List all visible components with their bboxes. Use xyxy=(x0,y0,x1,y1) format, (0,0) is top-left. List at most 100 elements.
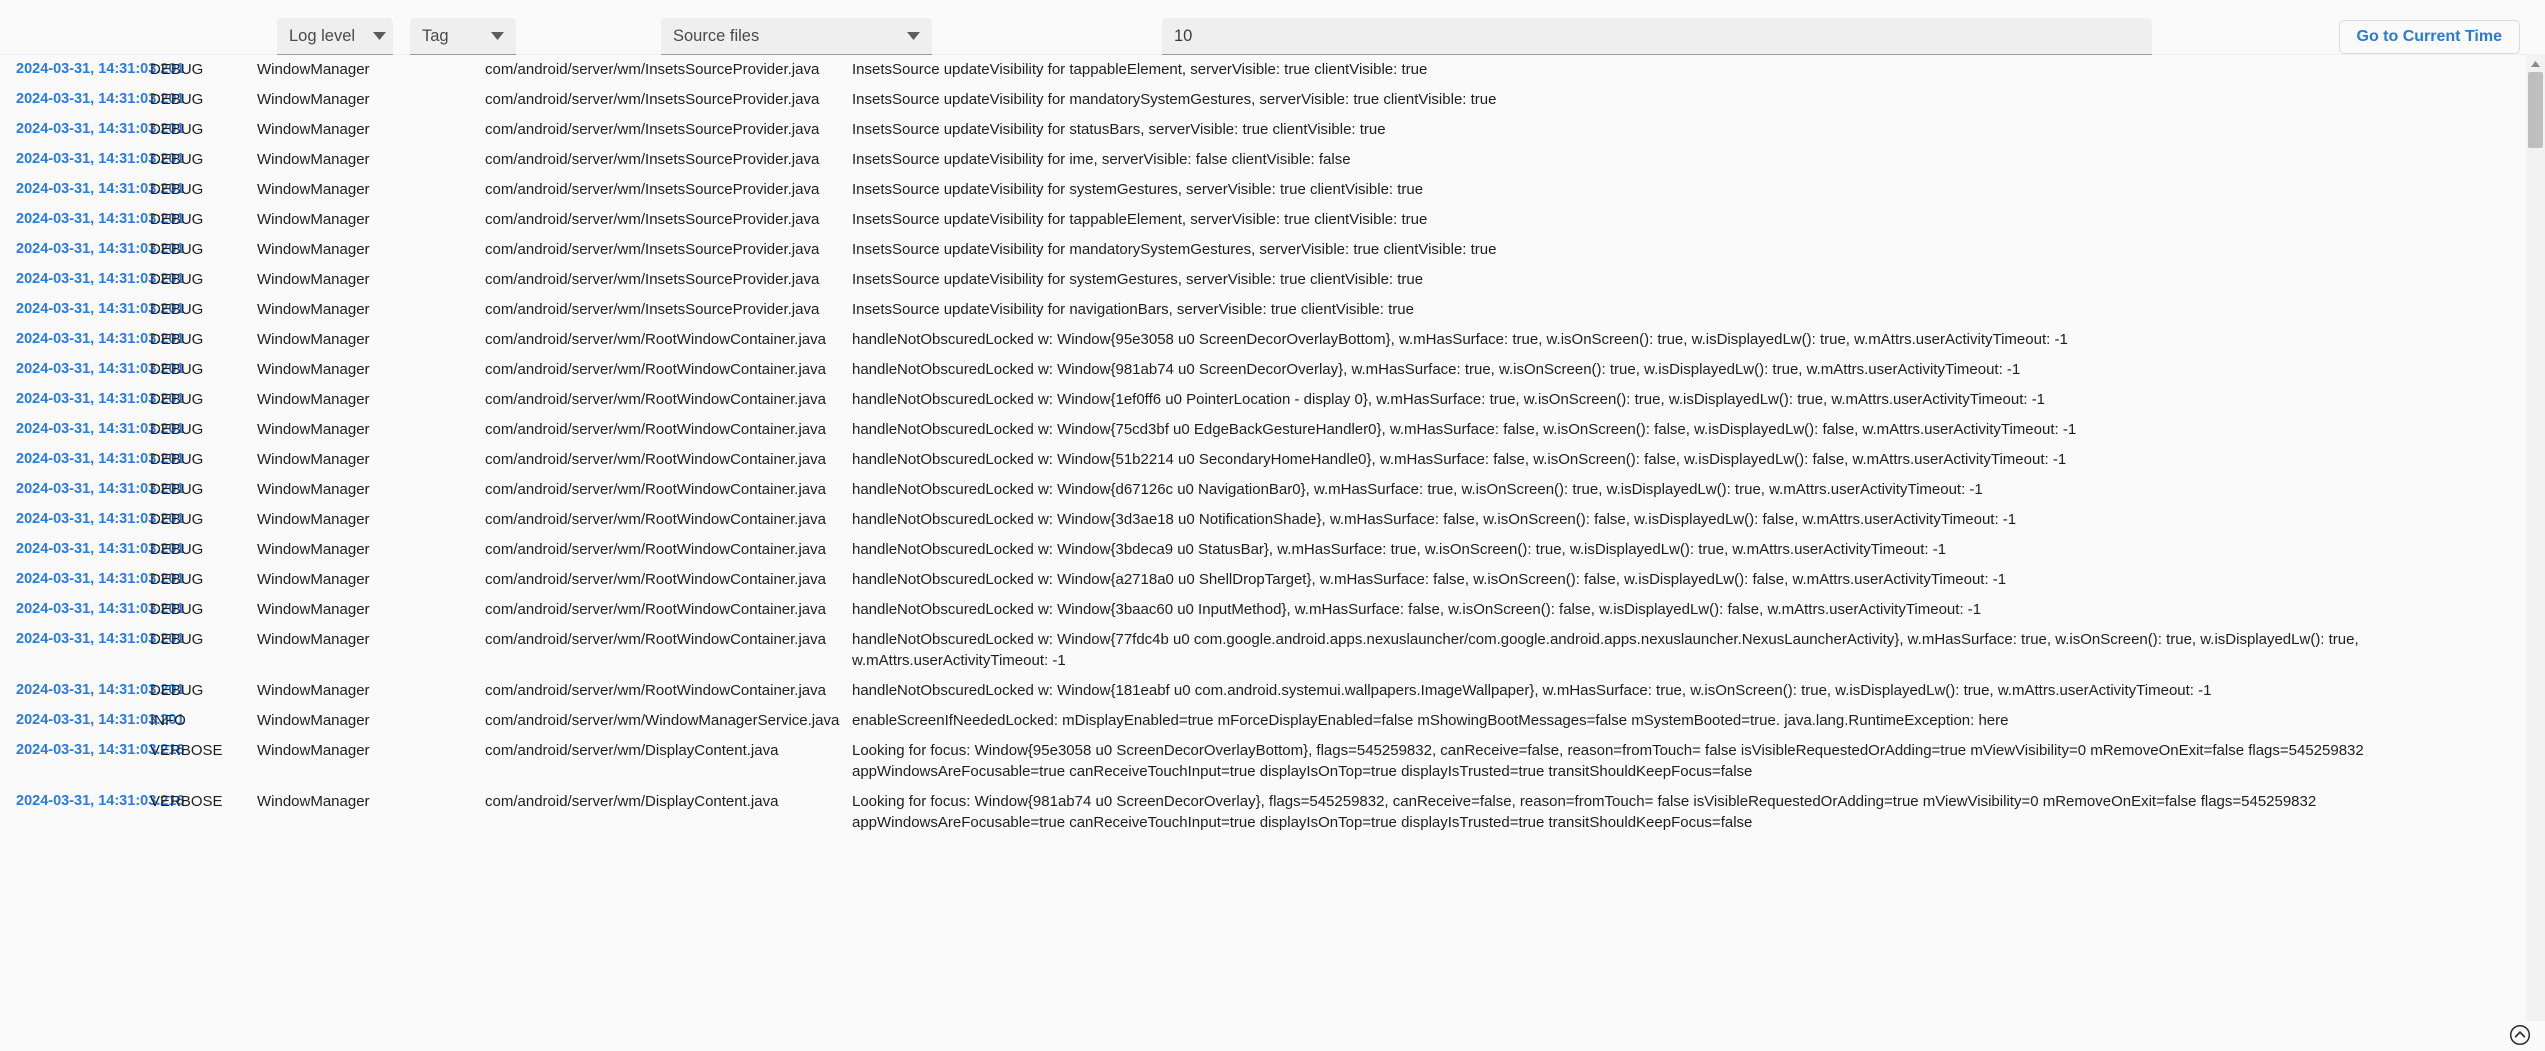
table-row[interactable]: 2024-03-31, 14:31:03.201 DEBUG WindowManag… xyxy=(0,295,2519,325)
log-level: DEBUG xyxy=(150,682,204,699)
log-message: handleNotObscuredLocked w: Window{95e305… xyxy=(852,331,2068,348)
log-source: com/android/server/wm/RootWindowContaine… xyxy=(485,571,826,588)
log-level: INFO xyxy=(150,712,186,729)
log-source: com/android/server/wm/RootWindowContaine… xyxy=(485,631,826,648)
table-row[interactable]: 2024-03-31, 14:31:03.201 DEBUG WindowManag… xyxy=(0,175,2519,205)
search-field-wrapper[interactable] xyxy=(1162,18,2152,55)
table-row[interactable]: 2024-03-31, 14:31:03.201 DEBUG WindowManag… xyxy=(0,535,2519,565)
table-row[interactable]: 2024-03-31, 14:31:03.201 DEBUG WindowManag… xyxy=(0,145,2519,175)
log-tag: WindowManager xyxy=(257,712,370,729)
log-timestamp: 2024-03-31, 14:31:03.201 xyxy=(16,181,185,197)
log-source: com/android/server/wm/InsetsSourceProvid… xyxy=(485,151,820,168)
table-row[interactable]: 2024-03-31, 14:31:03.201 DEBUG WindowManag… xyxy=(0,205,2519,235)
scroll-to-top-button[interactable] xyxy=(2507,1022,2533,1048)
log-message: InsetsSource updateVisibility for tappab… xyxy=(852,61,1428,78)
scroll-up-arrow-icon[interactable] xyxy=(2526,57,2545,71)
table-row[interactable]: 2024-03-31, 14:31:03.201 DEBUG WindowManag… xyxy=(0,235,2519,265)
log-level-filter-label: Log level xyxy=(289,26,356,45)
log-source: com/android/server/wm/InsetsSourceProvid… xyxy=(485,241,820,258)
table-row[interactable]: 2024-03-31, 14:31:03.216 VERBOSE WindowMan… xyxy=(0,736,2519,787)
log-level: DEBUG xyxy=(150,331,204,348)
log-timestamp: 2024-03-31, 14:31:03.201 xyxy=(16,631,185,647)
table-row[interactable]: 2024-03-31, 14:31:03.201 DEBUG WindowManag… xyxy=(0,676,2519,706)
log-message: InsetsSource updateVisibility for system… xyxy=(852,181,1424,198)
logcat-toolbar: Log level Tag Source files Go to Current… xyxy=(0,0,2545,55)
source-files-filter-dropdown[interactable]: Source files xyxy=(661,18,932,55)
log-source: com/android/server/wm/DisplayContent.jav… xyxy=(485,793,779,810)
log-level: DEBUG xyxy=(150,151,204,168)
log-timestamp: 2024-03-31, 14:31:03.201 xyxy=(16,451,185,467)
vertical-scrollbar[interactable] xyxy=(2526,55,2545,1021)
table-row[interactable]: 2024-03-31, 14:31:03.201 DEBUG WindowManag… xyxy=(0,85,2519,115)
table-row[interactable]: 2024-03-31, 14:31:03.201 DEBUG WindowManag… xyxy=(0,115,2519,145)
log-source: com/android/server/wm/RootWindowContaine… xyxy=(485,391,826,408)
table-row[interactable]: 2024-03-31, 14:31:03.201 DEBUG WindowManag… xyxy=(0,385,2519,415)
go-to-current-time-button[interactable]: Go to Current Time xyxy=(2338,20,2520,54)
table-row[interactable]: 2024-03-31, 14:31:03.201 DEBUG WindowManag… xyxy=(0,445,2519,475)
log-timestamp: 2024-03-31, 14:31:03.201 xyxy=(16,301,185,317)
log-message: handleNotObscuredLocked w: Window{181eab… xyxy=(852,682,2212,699)
table-row[interactable]: 2024-03-31, 14:31:03.201 DEBUG WindowManag… xyxy=(0,355,2519,385)
table-row[interactable]: 2024-03-31, 14:31:03.201 DEBUG WindowManag… xyxy=(0,55,2519,85)
log-source: com/android/server/wm/InsetsSourceProvid… xyxy=(485,181,820,198)
log-level: DEBUG xyxy=(150,91,204,108)
table-row[interactable]: 2024-03-31, 14:31:03.201 DEBUG WindowManag… xyxy=(0,625,2519,676)
log-source: com/android/server/wm/RootWindowContaine… xyxy=(485,511,826,528)
log-source: com/android/server/wm/InsetsSourceProvid… xyxy=(485,301,820,318)
log-message: handleNotObscuredLocked w: Window{a2718a… xyxy=(852,571,2007,588)
log-tag: WindowManager xyxy=(257,682,370,699)
log-timestamp: 2024-03-31, 14:31:03.201 xyxy=(16,571,185,587)
log-level: DEBUG xyxy=(150,181,204,198)
table-row[interactable]: 2024-03-31, 14:31:03.201 DEBUG WindowManag… xyxy=(0,595,2519,625)
log-tag: WindowManager xyxy=(257,742,370,759)
log-tag: WindowManager xyxy=(257,121,370,138)
log-message: handleNotObscuredLocked w: Window{d67126… xyxy=(852,481,1983,498)
log-tag: WindowManager xyxy=(257,361,370,378)
log-timestamp: 2024-03-31, 14:31:03.201 xyxy=(16,481,185,497)
log-timestamp: 2024-03-31, 14:31:03.201 xyxy=(16,541,185,557)
log-level: DEBUG xyxy=(150,421,204,438)
table-row[interactable]: 2024-03-31, 14:31:03.201 DEBUG WindowManag… xyxy=(0,565,2519,595)
log-level-filter-dropdown[interactable]: Log level xyxy=(277,18,393,55)
log-message: InsetsSource updateVisibility for mandat… xyxy=(852,91,1497,108)
chevron-down-icon xyxy=(889,32,920,40)
log-level: DEBUG xyxy=(150,241,204,258)
table-row[interactable]: 2024-03-31, 14:31:03.201 DEBUG WindowManag… xyxy=(0,475,2519,505)
log-message: InsetsSource updateVisibility for ime, s… xyxy=(852,151,1351,168)
vertical-scrollbar-thumb[interactable] xyxy=(2528,72,2543,148)
table-row[interactable]: 2024-03-31, 14:31:03.216 VERBOSE WindowMan… xyxy=(0,787,2519,838)
log-message: handleNotObscuredLocked w: Window{77fdc4… xyxy=(852,631,2359,669)
log-tag: WindowManager xyxy=(257,571,370,588)
log-timestamp: 2024-03-31, 14:31:03.201 xyxy=(16,241,185,257)
table-row[interactable]: 2024-03-31, 14:31:03.201 DEBUG WindowManag… xyxy=(0,325,2519,355)
log-source: com/android/server/wm/InsetsSourceProvid… xyxy=(485,211,820,228)
log-level: DEBUG xyxy=(150,271,204,288)
log-level: DEBUG xyxy=(150,571,204,588)
log-timestamp: 2024-03-31, 14:31:03.201 xyxy=(16,61,185,77)
log-tag: WindowManager xyxy=(257,241,370,258)
log-source: com/android/server/wm/InsetsSourceProvid… xyxy=(485,61,820,78)
log-timestamp: 2024-03-31, 14:31:03.201 xyxy=(16,121,185,137)
log-timestamp: 2024-03-31, 14:31:03.201 xyxy=(16,421,185,437)
table-row[interactable]: 2024-03-31, 14:31:03.201 DEBUG WindowManag… xyxy=(0,415,2519,445)
table-row[interactable]: 2024-03-31, 14:31:03.201 DEBUG WindowManag… xyxy=(0,265,2519,295)
log-level: DEBUG xyxy=(150,601,204,618)
table-row[interactable]: 2024-03-31, 14:31:03.201 DEBUG WindowManag… xyxy=(0,505,2519,535)
log-timestamp: 2024-03-31, 14:31:03.201 xyxy=(16,361,185,377)
log-timestamp: 2024-03-31, 14:31:03.216 xyxy=(16,742,185,758)
logcat-window: Log level Tag Source files Go to Current… xyxy=(0,0,2545,1051)
log-level: DEBUG xyxy=(150,61,204,78)
search-input[interactable] xyxy=(1174,26,2140,46)
table-row[interactable]: 2024-03-31, 14:31:03.201 INFO WindowManage… xyxy=(0,706,2519,736)
chevron-down-icon xyxy=(355,32,387,40)
log-tag: WindowManager xyxy=(257,421,370,438)
log-message: InsetsSource updateVisibility for status… xyxy=(852,121,1386,138)
log-timestamp: 2024-03-31, 14:31:03.201 xyxy=(16,391,185,407)
tag-filter-dropdown[interactable]: Tag xyxy=(410,18,516,55)
log-tag: WindowManager xyxy=(257,331,370,348)
log-message: InsetsSource updateVisibility for naviga… xyxy=(852,301,1414,318)
log-message: InsetsSource updateVisibility for tappab… xyxy=(852,211,1428,228)
log-tag: WindowManager xyxy=(257,61,370,78)
log-tag: WindowManager xyxy=(257,631,370,648)
log-source: com/android/server/wm/RootWindowContaine… xyxy=(485,541,826,558)
